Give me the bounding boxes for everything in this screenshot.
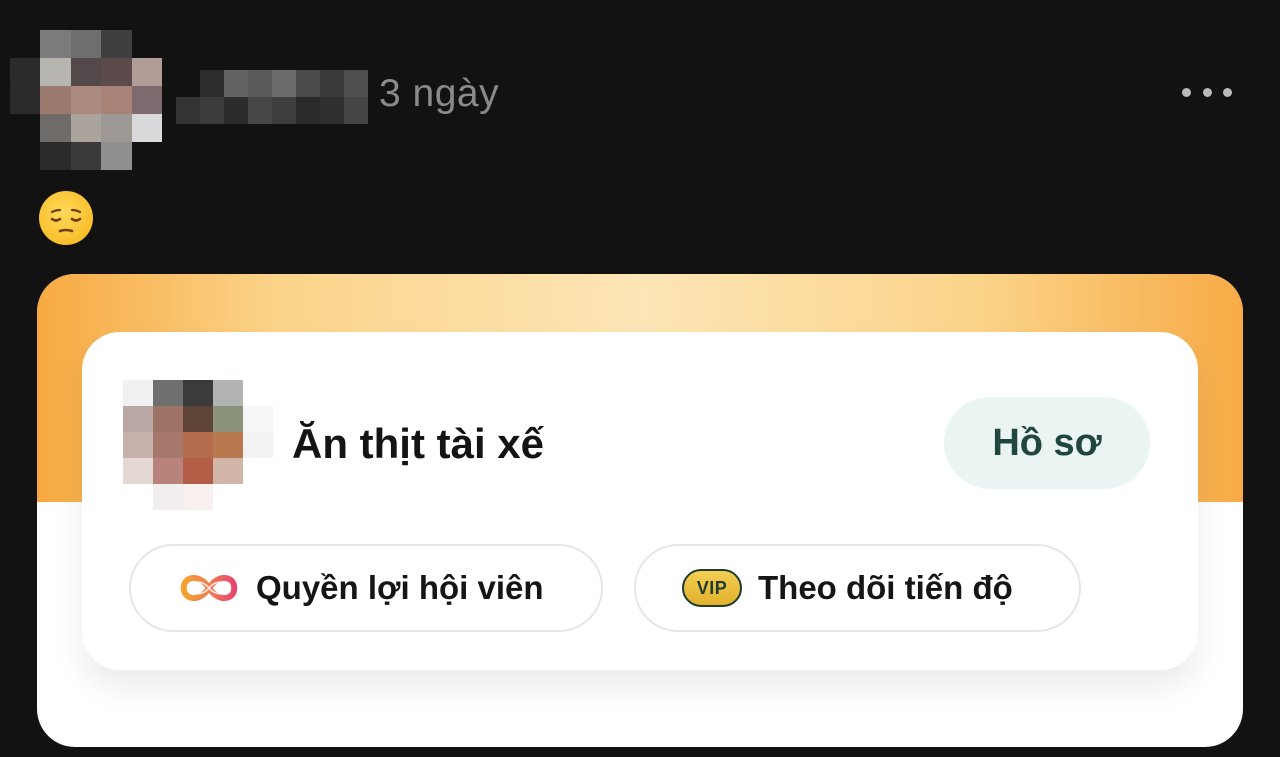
profile-panel: Ăn thịt tài xế Hồ sơ Quyền lợi hội viên … [82,332,1198,670]
vip-badge-icon: VIP [682,569,742,607]
track-progress-button[interactable]: VIP Theo dõi tiến độ [634,544,1081,632]
profile-button[interactable]: Hồ sơ [944,397,1150,489]
track-progress-label: Theo dõi tiến độ [758,569,1013,606]
pensive-face-emoji [39,191,93,245]
infinity-icon [178,570,240,606]
more-options-icon[interactable] [1182,80,1232,104]
vip-badge: VIP [682,569,742,607]
profile-avatar-pixelated [123,380,273,510]
author-avatar-pixelated[interactable] [10,30,162,170]
member-benefits-button[interactable]: Quyền lợi hội viên [129,544,603,632]
post-timestamp: 3 ngày [379,72,500,115]
shared-membership-card[interactable]: Ăn thịt tài xế Hồ sơ Quyền lợi hội viên … [37,274,1243,747]
member-benefits-label: Quyền lợi hội viên [256,569,544,606]
post-screen: 3 ngày Ăn thịt tài xế Hồ sơ Quyền lợi hộ… [0,0,1280,757]
author-name-pixelated[interactable] [176,70,368,124]
profile-name: Ăn thịt tài xế [292,420,545,467]
